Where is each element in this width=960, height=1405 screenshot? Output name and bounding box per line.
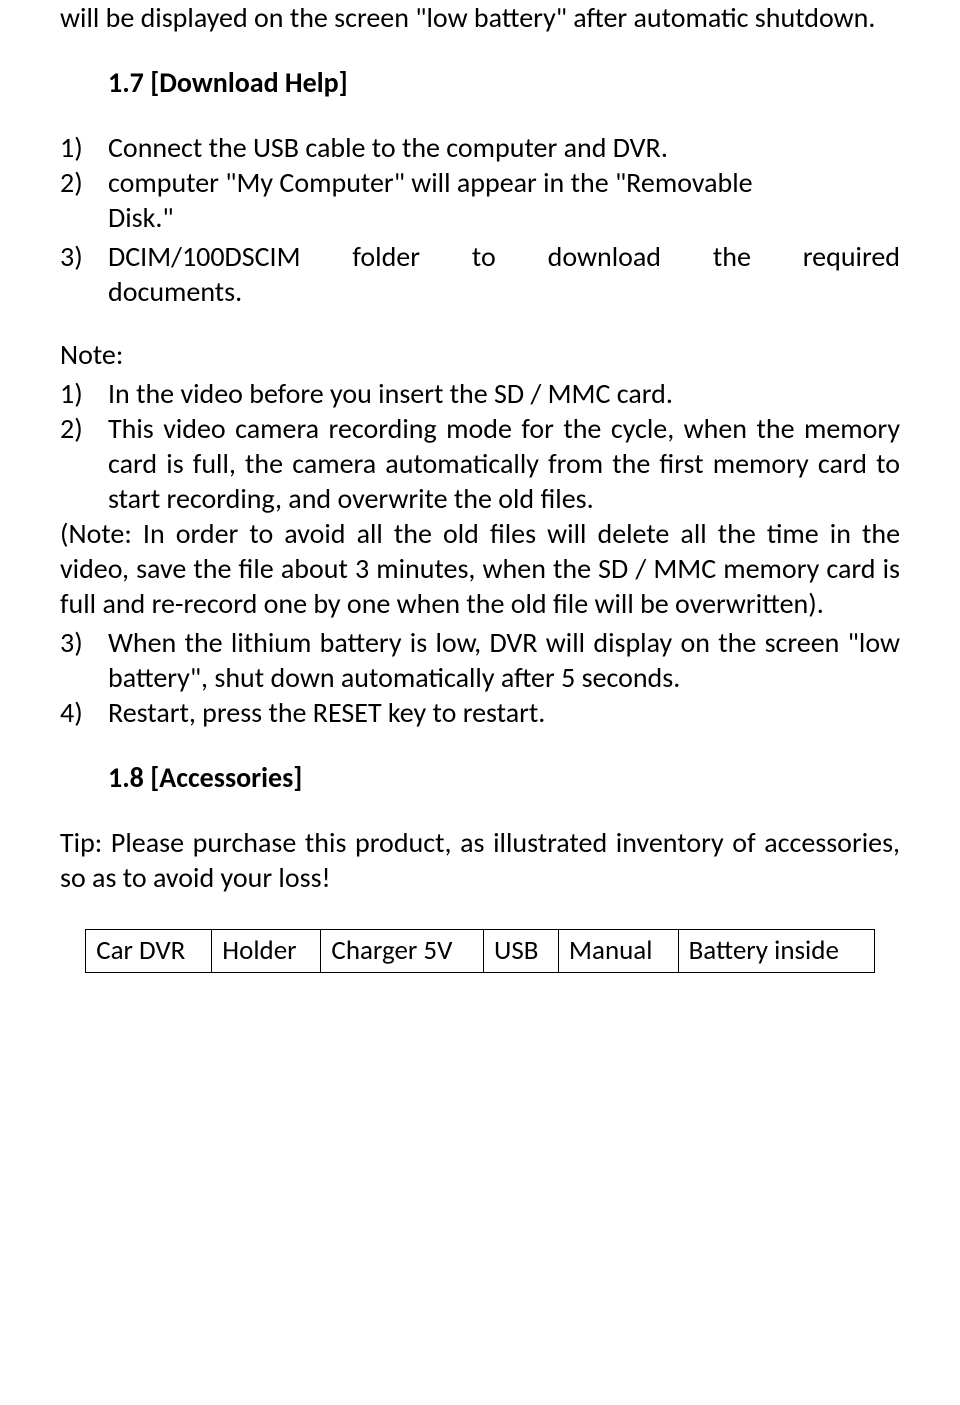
list-item: 2) computer "My Computer" will appear in… (60, 165, 900, 200)
table-cell: Manual (558, 930, 678, 973)
list-item: 1) In the video before you insert the SD… (60, 376, 900, 411)
item-text-cont: Disk." (108, 200, 900, 235)
list-item: 3) When the lithium battery is low, DVR … (60, 625, 900, 695)
item-text-cont: documents. (108, 274, 900, 309)
list-item: 2) This video camera recording mode for … (60, 411, 900, 516)
item-number: 2) (60, 165, 108, 200)
table-cell: Car DVR (86, 930, 212, 973)
note-parenthesis: (Note: In order to avoid all the old fil… (60, 516, 900, 621)
item-number: 1) (60, 376, 108, 411)
note-label: Note: (60, 337, 900, 372)
table-cell: Holder (212, 930, 321, 973)
section-heading-download-help: 1.7 [Download Help] (108, 65, 900, 100)
item-number: 4) (60, 695, 108, 730)
table-cell: Battery inside (678, 930, 874, 973)
table-row: Car DVR Holder Charger 5V USB Manual Bat… (86, 930, 875, 973)
list-item: 1) Connect the USB cable to the computer… (60, 130, 900, 165)
item-text: Restart, press the RESET key to restart. (108, 695, 900, 730)
tip-paragraph: Tip: Please purchase this product, as il… (60, 825, 900, 895)
item-text: This video camera recording mode for the… (108, 411, 900, 516)
item-text: In the video before you insert the SD / … (108, 376, 900, 411)
list-item: 3) DCIM/100DSCIM folder to download the … (60, 239, 900, 274)
item-text: DCIM/100DSCIM folder to download the req… (108, 239, 900, 274)
item-text: computer "My Computer" will appear in th… (108, 165, 900, 200)
document-page: will be displayed on the screen "low bat… (0, 0, 960, 993)
list-item: 4) Restart, press the RESET key to resta… (60, 695, 900, 730)
item-text-line: computer "My Computer" will appear in th… (108, 165, 753, 200)
accessories-table: Car DVR Holder Charger 5V USB Manual Bat… (85, 929, 875, 973)
item-text: Connect the USB cable to the computer an… (108, 130, 900, 165)
table-cell: Charger 5V (321, 930, 484, 973)
item-text: When the lithium battery is low, DVR wil… (108, 625, 900, 695)
item-number: 2) (60, 411, 108, 516)
item-number: 3) (60, 239, 108, 274)
section-heading-accessories: 1.8 [Accessories] (108, 760, 900, 795)
intro-paragraph: will be displayed on the screen "low bat… (60, 0, 900, 35)
item-number: 3) (60, 625, 108, 695)
table-cell: USB (484, 930, 559, 973)
item-number: 1) (60, 130, 108, 165)
